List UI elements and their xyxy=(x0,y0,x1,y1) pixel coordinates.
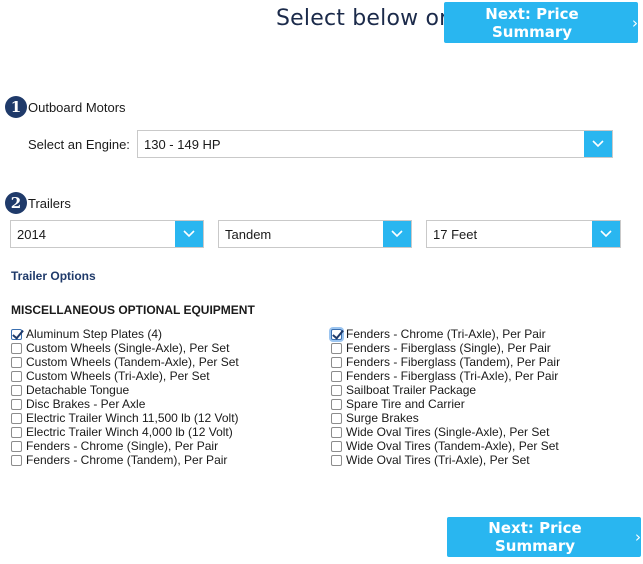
option-row[interactable]: Custom Wheels (Tri-Axle), Per Set xyxy=(11,369,239,383)
option-checkbox[interactable] xyxy=(331,370,342,382)
chevron-down-icon[interactable] xyxy=(592,221,620,247)
option-checkbox[interactable] xyxy=(11,384,22,396)
option-checkbox[interactable] xyxy=(331,426,342,438)
option-checkbox[interactable] xyxy=(11,398,22,410)
option-label: Fenders - Chrome (Tri-Axle), Per Pair xyxy=(346,327,546,341)
chevron-down-icon[interactable] xyxy=(584,131,612,157)
option-checkbox[interactable] xyxy=(331,356,342,368)
chevron-down-icon[interactable] xyxy=(175,221,203,247)
step-badge-trailers: 2 xyxy=(5,192,27,214)
option-row[interactable]: Spare Tire and Carrier xyxy=(331,397,560,411)
engine-select[interactable]: 130 - 149 HP xyxy=(137,130,613,158)
option-label: Spare Tire and Carrier xyxy=(346,397,465,411)
option-checkbox[interactable] xyxy=(331,384,342,396)
option-row[interactable]: Fenders - Fiberglass (Single), Per Pair xyxy=(331,341,560,355)
option-row[interactable]: Custom Wheels (Tandem-Axle), Per Set xyxy=(11,355,239,369)
next-price-summary-button-top[interactable]: Next: Price Summary › xyxy=(444,2,638,43)
option-label: Wide Oval Tires (Tandem-Axle), Per Set xyxy=(346,439,559,453)
option-checkbox[interactable] xyxy=(331,342,342,354)
option-row[interactable]: Electric Trailer Winch 11,500 lb (12 Vol… xyxy=(11,411,239,425)
option-label: Fenders - Fiberglass (Tri-Axle), Per Pai… xyxy=(346,369,559,383)
option-label: Aluminum Step Plates (4) xyxy=(26,327,163,341)
trailer-length-value: 17 Feet xyxy=(433,226,478,242)
option-checkbox[interactable] xyxy=(331,454,342,466)
option-label: Detachable Tongue xyxy=(26,383,130,397)
option-checkbox[interactable] xyxy=(331,328,342,340)
option-row[interactable]: Fenders - Chrome (Tandem), Per Pair xyxy=(11,453,239,467)
option-checkbox[interactable] xyxy=(11,370,22,382)
option-row[interactable]: Custom Wheels (Single-Axle), Per Set xyxy=(11,341,239,355)
option-checkbox[interactable] xyxy=(11,342,22,354)
option-label: Custom Wheels (Tandem-Axle), Per Set xyxy=(26,355,239,369)
option-label: Fenders - Fiberglass (Tandem), Per Pair xyxy=(346,355,561,369)
trailers-section-title: Trailers xyxy=(28,196,71,211)
option-row[interactable]: Wide Oval Tires (Tri-Axle), Per Set xyxy=(331,453,560,467)
option-row[interactable]: Fenders - Fiberglass (Tri-Axle), Per Pai… xyxy=(331,369,560,383)
option-checkbox[interactable] xyxy=(11,440,22,452)
select-below-heading: Select below or xyxy=(276,6,449,31)
outboard-section-title: Outboard Motors xyxy=(28,100,126,115)
option-label: Electric Trailer Winch 4,000 lb (12 Volt… xyxy=(26,425,233,439)
option-label: Custom Wheels (Tri-Axle), Per Set xyxy=(26,369,210,383)
option-row[interactable]: Fenders - Chrome (Tri-Axle), Per Pair xyxy=(331,327,560,341)
option-checkbox[interactable] xyxy=(331,412,342,424)
option-label: Electric Trailer Winch 11,500 lb (12 Vol… xyxy=(26,411,239,425)
option-row[interactable]: Surge Brakes xyxy=(331,411,560,425)
trailer-axle-value: Tandem xyxy=(225,226,272,242)
options-right-column: Fenders - Chrome (Tri-Axle), Per Pair Fen… xyxy=(331,327,560,467)
next-button-label: Next: Price Summary xyxy=(488,519,582,555)
misc-equipment-heading: MISCELLANEOUS OPTIONAL EQUIPMENT xyxy=(11,303,255,317)
trailer-axle-select[interactable]: Tandem xyxy=(218,220,412,248)
option-label: Disc Brakes - Per Axle xyxy=(26,397,146,411)
option-row[interactable]: Electric Trailer Winch 4,000 lb (12 Volt… xyxy=(11,425,239,439)
trailer-length-select[interactable]: 17 Feet xyxy=(426,220,621,248)
option-row[interactable]: Wide Oval Tires (Single-Axle), Per Set xyxy=(331,425,560,439)
option-checkbox[interactable] xyxy=(331,398,342,410)
option-label: Custom Wheels (Single-Axle), Per Set xyxy=(26,341,230,355)
option-row[interactable]: Aluminum Step Plates (4) xyxy=(11,327,239,341)
option-label: Wide Oval Tires (Tri-Axle), Per Set xyxy=(346,453,530,467)
option-row[interactable]: Detachable Tongue xyxy=(11,383,239,397)
trailer-year-value: 2014 xyxy=(17,226,46,242)
option-checkbox[interactable] xyxy=(11,412,22,424)
option-label: Fenders - Chrome (Tandem), Per Pair xyxy=(26,453,228,467)
trailer-year-select[interactable]: 2014 xyxy=(10,220,204,248)
options-left-column: Aluminum Step Plates (4) Custom Wheels (S… xyxy=(11,327,239,467)
step-badge-outboard: 1 xyxy=(5,96,27,118)
engine-select-value: 130 - 149 HP xyxy=(144,136,221,152)
option-row[interactable]: Sailboat Trailer Package xyxy=(331,383,560,397)
engine-select-label: Select an Engine: xyxy=(28,137,130,152)
option-row[interactable]: Disc Brakes - Per Axle xyxy=(11,397,239,411)
option-checkbox[interactable] xyxy=(11,454,22,466)
option-checkbox[interactable] xyxy=(331,440,342,452)
chevron-down-icon[interactable] xyxy=(383,221,411,247)
chevron-right-icon: › xyxy=(635,528,641,546)
option-row[interactable]: Fenders - Chrome (Single), Per Pair xyxy=(11,439,239,453)
option-checkbox[interactable] xyxy=(11,356,22,368)
option-label: Surge Brakes xyxy=(346,411,419,425)
option-row[interactable]: Wide Oval Tires (Tandem-Axle), Per Set xyxy=(331,439,560,453)
option-checkbox[interactable] xyxy=(11,328,22,340)
option-row[interactable]: Fenders - Fiberglass (Tandem), Per Pair xyxy=(331,355,560,369)
option-label: Fenders - Chrome (Single), Per Pair xyxy=(26,439,219,453)
option-checkbox[interactable] xyxy=(11,426,22,438)
option-label: Sailboat Trailer Package xyxy=(346,383,477,397)
chevron-right-icon: › xyxy=(632,13,638,32)
next-price-summary-button-bottom[interactable]: Next: Price Summary › xyxy=(447,517,641,557)
next-button-label: Next: Price Summary xyxy=(485,4,579,41)
trailer-options-heading: Trailer Options xyxy=(11,269,96,283)
option-label: Wide Oval Tires (Single-Axle), Per Set xyxy=(346,425,550,439)
option-label: Fenders - Fiberglass (Single), Per Pair xyxy=(346,341,551,355)
